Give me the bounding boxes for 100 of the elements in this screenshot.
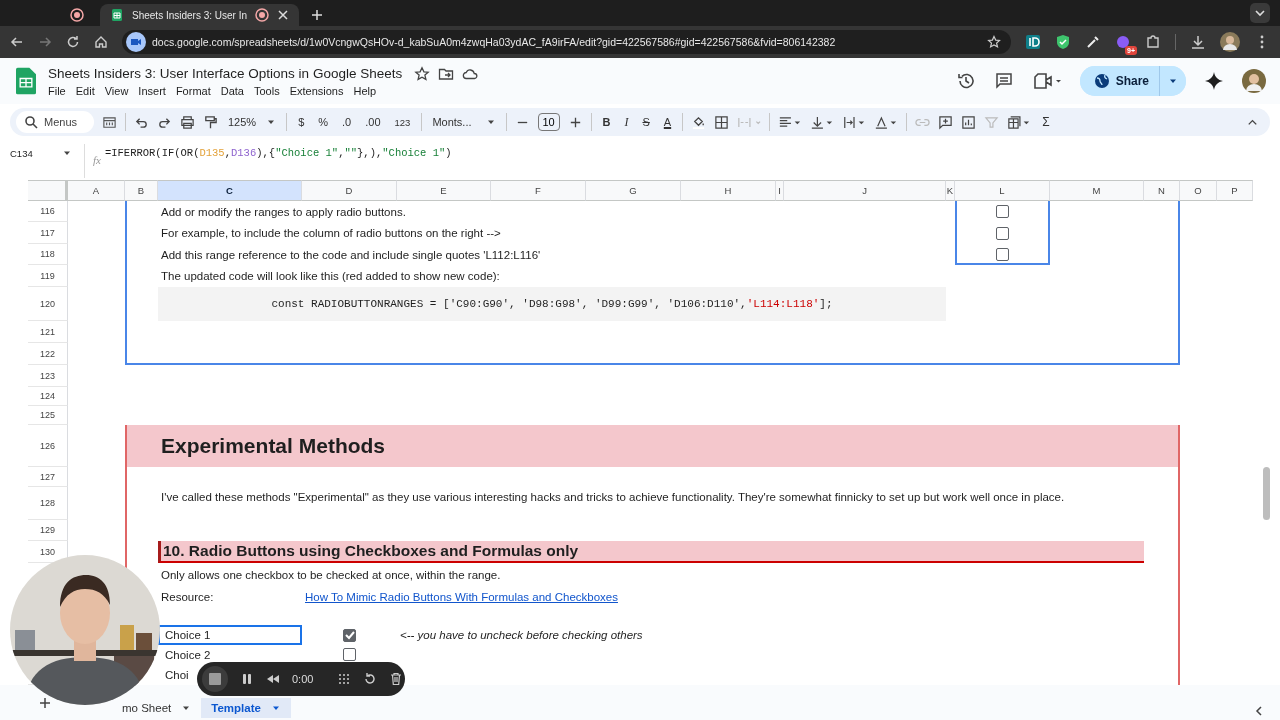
back-icon[interactable] [10, 35, 24, 49]
eyedropper-icon[interactable] [1085, 34, 1101, 50]
extension-icon[interactable] [1025, 34, 1041, 50]
grid-icon[interactable] [337, 672, 352, 686]
puzzle-icon[interactable] [1145, 34, 1161, 50]
checkbox[interactable] [996, 205, 1009, 218]
row-number[interactable]: 123 [28, 365, 68, 387]
column-header[interactable]: M [1050, 180, 1144, 201]
calendar-icon[interactable] [102, 114, 117, 130]
column-header[interactable]: J [784, 180, 946, 201]
menu-item[interactable]: View [99, 84, 134, 97]
column-header[interactable]: O [1180, 180, 1217, 201]
italic-button[interactable]: I [621, 114, 632, 130]
row-number[interactable]: 121 [28, 321, 68, 343]
percent-button[interactable]: % [315, 116, 332, 128]
row-number[interactable]: 119 [28, 265, 68, 287]
stop-icon[interactable] [202, 666, 228, 692]
row-number[interactable]: 127 [28, 467, 68, 487]
home-icon[interactable] [94, 35, 108, 49]
column-header[interactable]: N [1144, 180, 1180, 201]
column-header[interactable]: D [302, 180, 397, 201]
formula-field[interactable]: =IFERROR(IF(OR(D135,D136),{"Choice 1",""},),"Choice 1") [104, 144, 452, 162]
row-number[interactable]: 118 [28, 244, 68, 265]
checkbox[interactable] [343, 648, 356, 661]
print-icon[interactable] [180, 114, 195, 130]
add-comment-icon[interactable] [938, 114, 954, 130]
extension-icon[interactable] [1115, 34, 1131, 50]
paint-format-icon[interactable] [203, 114, 218, 130]
search-field[interactable]: Menus [16, 111, 94, 133]
menu-item[interactable]: Edit [70, 84, 100, 97]
row-number[interactable]: 124 [28, 387, 68, 406]
trash-icon[interactable] [389, 672, 404, 686]
menu-item[interactable]: Format [170, 84, 216, 97]
pause-icon[interactable] [240, 672, 254, 686]
video-call-icon[interactable] [1031, 71, 1062, 91]
fill-color-icon[interactable] [691, 114, 707, 130]
name-box[interactable]: C134 [0, 144, 78, 162]
new-tab-icon[interactable] [311, 9, 324, 21]
column-header[interactable]: P [1217, 180, 1253, 201]
borders-icon[interactable] [714, 114, 730, 130]
font-size-field[interactable]: 10 [537, 113, 560, 131]
checkbox[interactable] [996, 248, 1009, 261]
download-icon[interactable] [1190, 34, 1206, 50]
column-header[interactable]: F [491, 180, 586, 201]
menu-item[interactable]: Help [348, 84, 382, 97]
menu-item[interactable]: Tools [248, 84, 285, 97]
document-title[interactable]: Sheets Insiders 3: User Interface Options in Google Sheets [48, 66, 403, 81]
row-number[interactable]: 125 [28, 406, 68, 425]
column-header[interactable]: C [158, 180, 302, 201]
row-number[interactable]: 126 [28, 425, 68, 467]
close-icon[interactable] [277, 9, 290, 21]
row-number[interactable]: 130 [28, 541, 68, 563]
bold-button[interactable]: B [599, 116, 614, 128]
browser-tab[interactable]: Sheets Insiders 3: User In [100, 4, 300, 26]
column-header[interactable]: E [397, 180, 491, 201]
menu-item[interactable]: File [48, 84, 71, 97]
menu-item[interactable]: Insert [133, 84, 171, 97]
row-number[interactable]: 128 [28, 487, 68, 520]
address-field[interactable]: docs.google.com/spreadsheets/d/1w0VcngwQsHOv-d_kabSuA0m4zwqHa03ydAC_fA9irFA/edit?gid=422567586#gid=422567586&fvid=806142382 [122, 30, 1011, 54]
avatar-icon[interactable] [1220, 32, 1240, 52]
menu-item[interactable]: Extensions [284, 84, 349, 97]
increase-decimals-button[interactable]: .00 [362, 116, 384, 128]
forward-icon[interactable] [38, 35, 52, 49]
row-number[interactable]: 120 [28, 287, 68, 321]
star-icon[interactable] [414, 65, 431, 82]
history-icon[interactable] [955, 71, 976, 91]
sheet-tab[interactable]: mo Sheet [112, 698, 202, 718]
comment-icon[interactable] [993, 71, 1014, 91]
column-header[interactable]: L [955, 180, 1050, 201]
row-number[interactable]: 117 [28, 222, 68, 244]
chart-icon[interactable] [961, 114, 977, 130]
menu-item[interactable]: Data [215, 84, 249, 97]
sparkle-icon[interactable] [1204, 71, 1224, 91]
reload-icon[interactable] [66, 35, 80, 49]
resource-link[interactable]: How To Mimic Radio Buttons With Formulas and Checkboxes [302, 591, 618, 603]
number-format-button[interactable]: 123 [391, 116, 414, 128]
functions-button[interactable]: Σ [1039, 115, 1053, 129]
scrollbar-thumb[interactable] [1263, 467, 1270, 520]
column-header[interactable]: H [681, 180, 776, 201]
decrease-decimals-button[interactable]: .0 [339, 116, 355, 128]
shield-icon[interactable] [1055, 34, 1071, 50]
share-button[interactable]: Share [1079, 66, 1160, 96]
zoom-dropdown[interactable]: 125% [226, 116, 279, 128]
font-dropdown[interactable]: Monts... [430, 116, 498, 128]
add-sheet-icon[interactable] [38, 696, 52, 710]
checkbox[interactable] [996, 226, 1009, 240]
sheets-logo[interactable] [16, 67, 36, 95]
column-header[interactable]: I [776, 180, 784, 201]
chevron-down-icon[interactable] [1250, 3, 1270, 23]
column-header[interactable]: A [68, 180, 125, 201]
column-header[interactable]: G [586, 180, 681, 201]
restart-icon[interactable] [363, 672, 378, 686]
checkbox[interactable] [343, 628, 356, 642]
choice-cell[interactable]: Choice 1 [158, 625, 302, 645]
column-header[interactable]: B [125, 180, 158, 201]
row-number[interactable]: 129 [28, 520, 68, 541]
choice-cell[interactable]: Choi [158, 664, 191, 685]
sheet-tab[interactable]: Template [201, 698, 291, 718]
choice-cell[interactable]: Choice 2 [158, 645, 213, 664]
currency-button[interactable]: $ [295, 116, 308, 128]
